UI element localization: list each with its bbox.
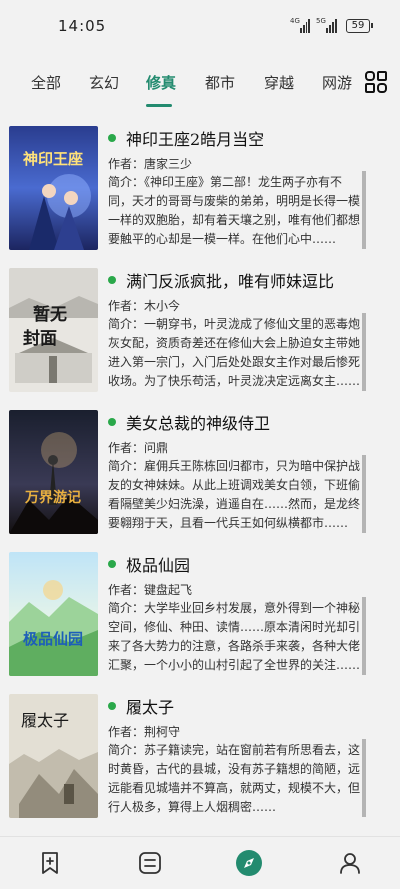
signal-4g-label: 4G <box>290 17 300 25</box>
status-dot <box>108 418 116 426</box>
book-title-row[interactable]: 神印王座2皓月当空 <box>108 125 388 151</box>
book-item[interactable]: 极品仙园 极品仙园 作者：键盘起飞 简介：大学毕业回乡村发展，意外得到一个神秘空… <box>0 541 400 683</box>
author-name: 荆柯守 <box>144 725 181 739</box>
profile-icon[interactable] <box>334 847 366 879</box>
author-prefix: 作者： <box>108 725 145 739</box>
book-title[interactable]: 满门反派疯批，唯有师妹逗比 <box>126 268 334 292</box>
book-author: 作者：唐家三少 <box>108 155 192 172</box>
book-cover[interactable]: 暂无 封面 <box>9 268 98 392</box>
intro-scrollbar[interactable] <box>362 597 366 675</box>
status-time: 14:05 <box>58 17 107 35</box>
book-title[interactable]: 美女总裁的神级侍卫 <box>126 410 270 434</box>
tab-wangyou[interactable]: 网游 <box>322 72 352 93</box>
author-name: 木小今 <box>144 299 181 313</box>
author-prefix: 作者： <box>108 583 145 597</box>
category-menu-icon[interactable] <box>364 70 388 94</box>
status-dot <box>108 702 116 710</box>
book-author: 作者：问鼎 <box>108 439 168 456</box>
book-author: 作者：键盘起飞 <box>108 581 192 598</box>
book-item[interactable]: 履太子 履太子 作者：荆柯守 简介：苏子籍读完，站在窗前若有所思看去，这时黄昏，… <box>0 683 400 825</box>
cover-title-text: 神印王座 <box>23 150 83 168</box>
tab-dushi[interactable]: 都市 <box>205 72 235 93</box>
signal-5g-icon: 5G <box>316 17 340 33</box>
book-intro: 简介：一朝穿书，叶灵泷成了修仙文里的恶毒炮灰女配，资质奇差还在修仙大会上胁迫女主… <box>108 317 360 388</box>
book-intro: 简介：苏子籍读完，站在窗前若有所思看去，这时黄昏，古代的县城，没有苏子籍想的简陋… <box>108 743 360 814</box>
author-name: 唐家三少 <box>144 157 193 171</box>
book-author: 作者：荆柯守 <box>108 723 180 740</box>
status-dot <box>108 134 116 142</box>
active-tab-indicator <box>146 104 172 107</box>
library-icon[interactable] <box>134 847 166 879</box>
tab-chuanyue[interactable]: 穿越 <box>264 72 294 93</box>
author-prefix: 作者： <box>108 441 145 455</box>
book-cover[interactable]: 神印王座 <box>9 126 98 250</box>
book-title[interactable]: 履太子 <box>126 694 174 718</box>
book-cover[interactable]: 极品仙园 <box>9 552 98 676</box>
battery-icon: 59 <box>346 19 373 33</box>
tab-xiuzhen[interactable]: 修真 <box>146 72 176 93</box>
book-intro: 简介：《神印王座》第二部！龙生两子亦有不同，天才的哥哥与废柴的弟弟，明明是长得一… <box>108 175 360 246</box>
cover-title-text: 履太子 <box>21 711 69 730</box>
book-title-row[interactable]: 履太子 <box>108 693 388 719</box>
book-item[interactable]: 万界游记 美女总裁的神级侍卫 作者：问鼎 简介：雇佣兵王陈栋回归都市，只为暗中保… <box>0 399 400 541</box>
book-item[interactable]: 神印王座 神印王座2皓月当空 作者：唐家三少 简介：《神印王座》第二部！龙生两子… <box>0 115 400 257</box>
bookshelf-icon[interactable] <box>34 847 66 879</box>
tab-xuanhuan[interactable]: 玄幻 <box>89 72 119 93</box>
intro-scrollbar[interactable] <box>362 455 366 533</box>
book-author: 作者：木小今 <box>108 297 180 314</box>
author-name: 键盘起飞 <box>144 583 193 597</box>
cover-title-text: 万界游记 <box>24 489 81 506</box>
author-name: 问鼎 <box>144 441 169 455</box>
intro-scrollbar[interactable] <box>362 171 366 249</box>
book-title[interactable]: 极品仙园 <box>126 552 190 576</box>
book-title[interactable]: 神印王座2皓月当空 <box>126 126 264 150</box>
author-prefix: 作者： <box>108 157 145 171</box>
book-title-row[interactable]: 满门反派疯批，唯有师妹逗比 <box>108 267 388 293</box>
intro-scrollbar[interactable] <box>362 739 366 817</box>
intro-scrollbar[interactable] <box>362 313 366 391</box>
cover-title-text-line2: 封面 <box>23 328 57 349</box>
cover-title-text-line1: 暂无 <box>33 304 67 325</box>
book-cover[interactable]: 履太子 <box>9 694 98 818</box>
signal-5g-label: 5G <box>316 17 326 25</box>
status-dot <box>108 276 116 284</box>
author-prefix: 作者： <box>108 299 145 313</box>
book-intro: 简介：雇佣兵王陈栋回归都市，只为暗中保护战友的女神妹妹。从此上班调戏美女白领，下… <box>108 459 360 530</box>
status-dot <box>108 560 116 568</box>
book-title-row[interactable]: 极品仙园 <box>108 551 388 577</box>
book-item[interactable]: 暂无 封面 满门反派疯批，唯有师妹逗比 作者：木小今 简介：一朝穿书，叶灵泷成了… <box>0 257 400 399</box>
battery-level: 59 <box>351 20 365 31</box>
status-icons: 4G 5G 59 <box>290 17 373 33</box>
tab-all[interactable]: 全部 <box>31 72 61 93</box>
signal-4g-icon: 4G <box>290 17 310 33</box>
book-intro: 简介：大学毕业回乡村发展，意外得到一个神秘空间，修仙、种田、读情……原本清闲时光… <box>108 601 360 672</box>
bottom-navigation <box>0 836 400 889</box>
cover-title-text: 极品仙园 <box>23 630 83 648</box>
category-tabs: 全部 玄幻 修真 都市 穿越 网游 <box>0 58 400 108</box>
book-title-row[interactable]: 美女总裁的神级侍卫 <box>108 409 388 435</box>
book-cover[interactable]: 万界游记 <box>9 410 98 534</box>
status-bar: 14:05 4G 5G 59 <box>0 0 400 52</box>
book-list[interactable]: 神印王座 神印王座2皓月当空 作者：唐家三少 简介：《神印王座》第二部！龙生两子… <box>0 115 400 828</box>
discover-icon[interactable] <box>233 847 265 879</box>
